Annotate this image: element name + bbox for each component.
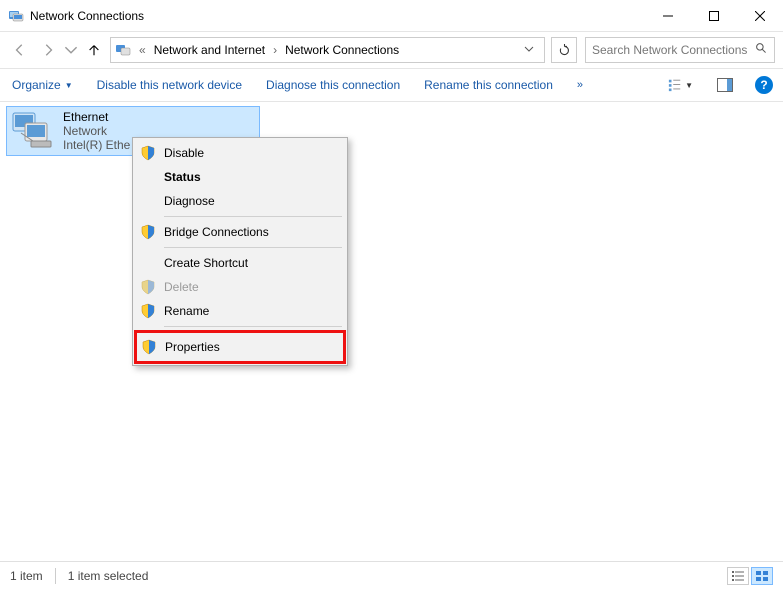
tiles-view-button[interactable]	[751, 567, 773, 585]
chevron-right-icon: ›	[271, 43, 279, 57]
menu-properties[interactable]: Properties	[137, 333, 343, 361]
shield-icon	[140, 303, 156, 319]
properties-highlight: Properties	[134, 330, 346, 364]
breadcrumb-dropdown[interactable]	[518, 43, 540, 57]
addressbar: « Network and Internet › Network Connect…	[0, 32, 783, 68]
app-icon	[8, 8, 24, 24]
shield-icon	[141, 339, 157, 355]
preview-pane-button[interactable]	[715, 74, 735, 96]
help-button[interactable]: ?	[755, 76, 773, 94]
item-count: 1 item	[10, 569, 43, 583]
content-area: Ethernet Network Intel(R) Ethe Disable S…	[0, 102, 783, 561]
divider	[55, 568, 56, 584]
breadcrumb-item-network-connections[interactable]: Network Connections	[281, 38, 403, 62]
forward-button[interactable]	[36, 38, 60, 62]
adapter-device: Intel(R) Ethe	[63, 138, 130, 152]
organize-label: Organize	[12, 78, 61, 92]
selected-count: 1 item selected	[68, 569, 149, 583]
recent-dropdown[interactable]	[64, 38, 78, 62]
menu-separator	[164, 247, 342, 248]
dropdown-icon: ▼	[685, 81, 693, 90]
menu-bridge[interactable]: Bridge Connections	[136, 220, 344, 244]
search-icon	[755, 42, 768, 58]
titlebar: Network Connections	[0, 0, 783, 32]
window-title: Network Connections	[30, 9, 645, 23]
breadcrumb-item-network-internet[interactable]: Network and Internet	[150, 38, 269, 62]
organize-menu[interactable]: Organize ▼	[10, 74, 75, 96]
view-toggle	[727, 567, 773, 585]
breadcrumb-prefix: «	[137, 43, 148, 57]
disable-device-button[interactable]: Disable this network device	[95, 74, 244, 96]
search-input[interactable]: Search Network Connections	[585, 37, 775, 63]
up-button[interactable]	[82, 38, 106, 62]
adapter-status: Network	[63, 124, 130, 138]
view-options-button[interactable]: ▼	[665, 74, 695, 96]
maximize-button[interactable]	[691, 0, 737, 32]
dropdown-icon: ▼	[65, 81, 73, 90]
close-button[interactable]	[737, 0, 783, 32]
refresh-button[interactable]	[551, 37, 577, 63]
menu-create-shortcut[interactable]: Create Shortcut	[136, 251, 344, 275]
menu-diagnose[interactable]: Diagnose	[136, 189, 344, 213]
breadcrumb[interactable]: « Network and Internet › Network Connect…	[110, 37, 545, 63]
menu-separator	[164, 216, 342, 217]
shield-icon	[140, 279, 156, 295]
minimize-button[interactable]	[645, 0, 691, 32]
menu-delete: Delete	[136, 275, 344, 299]
toolbar-overflow[interactable]: »	[575, 75, 585, 95]
adapter-info: Ethernet Network Intel(R) Ethe	[63, 110, 130, 152]
adapter-name: Ethernet	[63, 110, 130, 124]
toolbar: Organize ▼ Disable this network device D…	[0, 68, 783, 102]
network-adapter-icon	[11, 111, 57, 151]
search-placeholder: Search Network Connections	[592, 43, 755, 57]
diagnose-button[interactable]: Diagnose this connection	[264, 74, 402, 96]
statusbar: 1 item 1 item selected	[0, 561, 783, 589]
details-view-button[interactable]	[727, 567, 749, 585]
rename-button[interactable]: Rename this connection	[422, 74, 555, 96]
menu-rename[interactable]: Rename	[136, 299, 344, 323]
menu-separator	[164, 326, 342, 327]
back-button[interactable]	[8, 38, 32, 62]
menu-disable[interactable]: Disable	[136, 141, 344, 165]
context-menu: Disable Status Diagnose Bridge Connectio…	[132, 137, 348, 366]
window-controls	[645, 0, 783, 32]
location-icon	[115, 42, 131, 58]
shield-icon	[140, 145, 156, 161]
menu-status[interactable]: Status	[136, 165, 344, 189]
shield-icon	[140, 224, 156, 240]
